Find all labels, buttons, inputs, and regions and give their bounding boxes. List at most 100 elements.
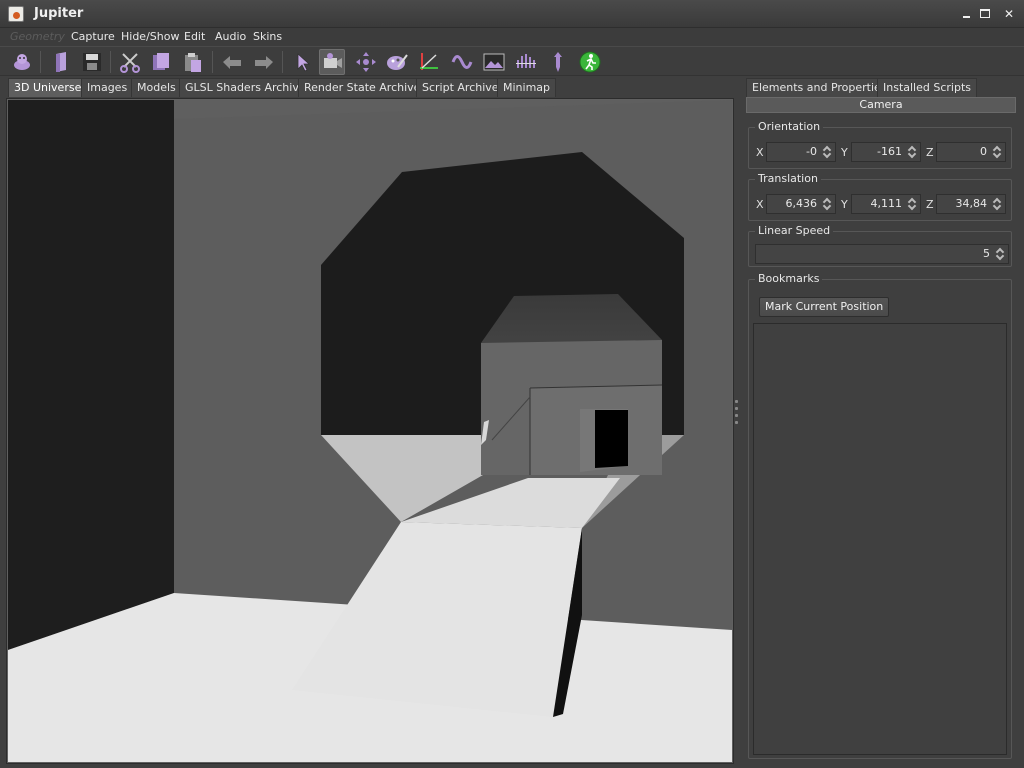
move-button[interactable] <box>353 49 379 75</box>
redo-icon <box>255 56 273 69</box>
image-icon <box>483 53 505 71</box>
orientation-z-value: 0 <box>980 145 987 158</box>
open-icon <box>56 52 66 72</box>
menu-geometry[interactable]: Geometry <box>10 28 65 46</box>
camera-icon <box>324 53 342 68</box>
linear-speed-group: Linear Speed 5 <box>748 224 1012 267</box>
image-button[interactable] <box>481 49 507 75</box>
spinner-arrows-icon[interactable] <box>820 144 834 160</box>
translation-group: Translation X 6,436 Y 4,111 Z 34,84 <box>748 172 1012 221</box>
camera-section-header[interactable]: Camera <box>746 97 1016 113</box>
pin-button[interactable] <box>545 49 571 75</box>
orientation-group: Orientation X -0 Y -161 Z 0 <box>748 120 1012 169</box>
run-button[interactable] <box>577 49 603 75</box>
open-button[interactable] <box>49 49 75 75</box>
tab-models[interactable]: Models <box>131 78 182 97</box>
spinner-arrows-icon[interactable] <box>820 196 834 212</box>
select-button[interactable] <box>289 49 315 75</box>
pin-icon <box>554 52 562 72</box>
paint-icon <box>387 54 408 70</box>
spinner-arrows-icon[interactable] <box>993 246 1007 262</box>
translation-y-value: 4,111 <box>870 197 903 210</box>
copy-button[interactable] <box>148 49 174 75</box>
orientation-x-field[interactable]: -0 <box>766 142 836 162</box>
translation-x-field[interactable]: 6,436 <box>766 194 836 214</box>
translation-y-field[interactable]: 4,111 <box>851 194 921 214</box>
3d-scene <box>8 100 732 762</box>
doorway <box>595 410 628 468</box>
linear-speed-value: 5 <box>983 247 990 260</box>
orientation-x-label: X <box>756 146 764 159</box>
tab-images[interactable]: Images <box>81 78 134 97</box>
toolbar <box>0 46 1024 76</box>
run-icon <box>579 51 601 73</box>
java-app-icon <box>8 6 24 22</box>
tab-glsl-shaders-archive[interactable]: GLSL Shaders Archive <box>179 78 312 97</box>
equalizer-icon <box>516 54 536 68</box>
axes-icon <box>420 53 438 70</box>
menu-audio[interactable]: Audio <box>215 28 246 46</box>
orientation-y-label: Y <box>841 146 848 159</box>
translation-z-label: Z <box>926 198 934 211</box>
orientation-y-field[interactable]: -161 <box>851 142 921 162</box>
maximize-button[interactable] <box>978 7 992 21</box>
close-icon: ✕ <box>1003 7 1015 21</box>
tab-installed-scripts[interactable]: Installed Scripts <box>877 78 977 97</box>
close-button[interactable]: ✕ <box>1002 7 1016 21</box>
spinner-arrows-icon[interactable] <box>905 144 919 160</box>
bookmarks-list[interactable] <box>753 323 1007 755</box>
camera-button[interactable] <box>319 49 345 75</box>
window-title: Jupiter <box>34 6 84 21</box>
cut-icon <box>120 53 140 73</box>
minimize-button[interactable] <box>960 7 974 21</box>
minimize-icon <box>963 16 970 18</box>
tab-minimap[interactable]: Minimap <box>497 78 557 97</box>
menu-edit[interactable]: Edit <box>184 28 205 46</box>
tab-3d-universe[interactable]: 3D Universe <box>8 78 88 97</box>
3d-viewport[interactable] <box>6 98 734 764</box>
maximize-icon <box>980 9 990 18</box>
redo-button[interactable] <box>251 49 277 75</box>
menu-bar: Geometry Capture Hide/Show Edit Audio Sk… <box>0 28 1024 46</box>
orientation-z-label: Z <box>926 146 934 159</box>
paste-icon <box>185 53 201 72</box>
orientation-y-value: -161 <box>877 145 902 158</box>
menu-capture[interactable]: Capture <box>71 28 115 46</box>
undo-button[interactable] <box>219 49 245 75</box>
bookmarks-group: Bookmarks Mark Current Position <box>748 272 1012 759</box>
properties-panel: Elements and Properties Installed Script… <box>744 78 1020 764</box>
orientation-z-field[interactable]: 0 <box>936 142 1006 162</box>
panel-splitter[interactable] <box>735 400 739 440</box>
undo-icon <box>223 56 241 69</box>
wave-button[interactable] <box>449 49 475 75</box>
equalizer-button[interactable] <box>513 49 539 75</box>
translation-x-value: 6,436 <box>785 197 818 210</box>
spinner-arrows-icon[interactable] <box>990 196 1004 212</box>
wave-icon <box>451 55 473 69</box>
menu-skins[interactable]: Skins <box>253 28 282 46</box>
tab-render-state-archive[interactable]: Render State Archive <box>298 78 427 97</box>
copy-icon <box>153 53 169 70</box>
title-bar: Jupiter ✕ <box>0 0 1024 28</box>
menu-hide-show[interactable]: Hide/Show <box>121 28 179 46</box>
mark-current-position-button[interactable]: Mark Current Position <box>759 297 890 317</box>
save-button[interactable] <box>79 49 105 75</box>
paint-button[interactable] <box>384 49 410 75</box>
linear-speed-title: Linear Speed <box>755 224 834 238</box>
select-icon <box>297 53 311 72</box>
spinner-arrows-icon[interactable] <box>905 196 919 212</box>
cut-button[interactable] <box>117 49 143 75</box>
character-button[interactable] <box>9 49 35 75</box>
character-icon <box>14 54 30 70</box>
spinner-arrows-icon[interactable] <box>990 144 1004 160</box>
tab-script-archive[interactable]: Script Archive <box>416 78 505 97</box>
orientation-x-value: -0 <box>806 145 817 158</box>
paste-button[interactable] <box>180 49 206 75</box>
linear-speed-field[interactable]: 5 <box>755 244 1009 264</box>
translation-z-value: 34,84 <box>955 197 988 210</box>
translation-title: Translation <box>755 172 821 186</box>
axes-button[interactable] <box>416 49 442 75</box>
translation-x-label: X <box>756 198 764 211</box>
tab-elements-and-properties[interactable]: Elements and Properties <box>746 78 893 97</box>
translation-z-field[interactable]: 34,84 <box>936 194 1006 214</box>
